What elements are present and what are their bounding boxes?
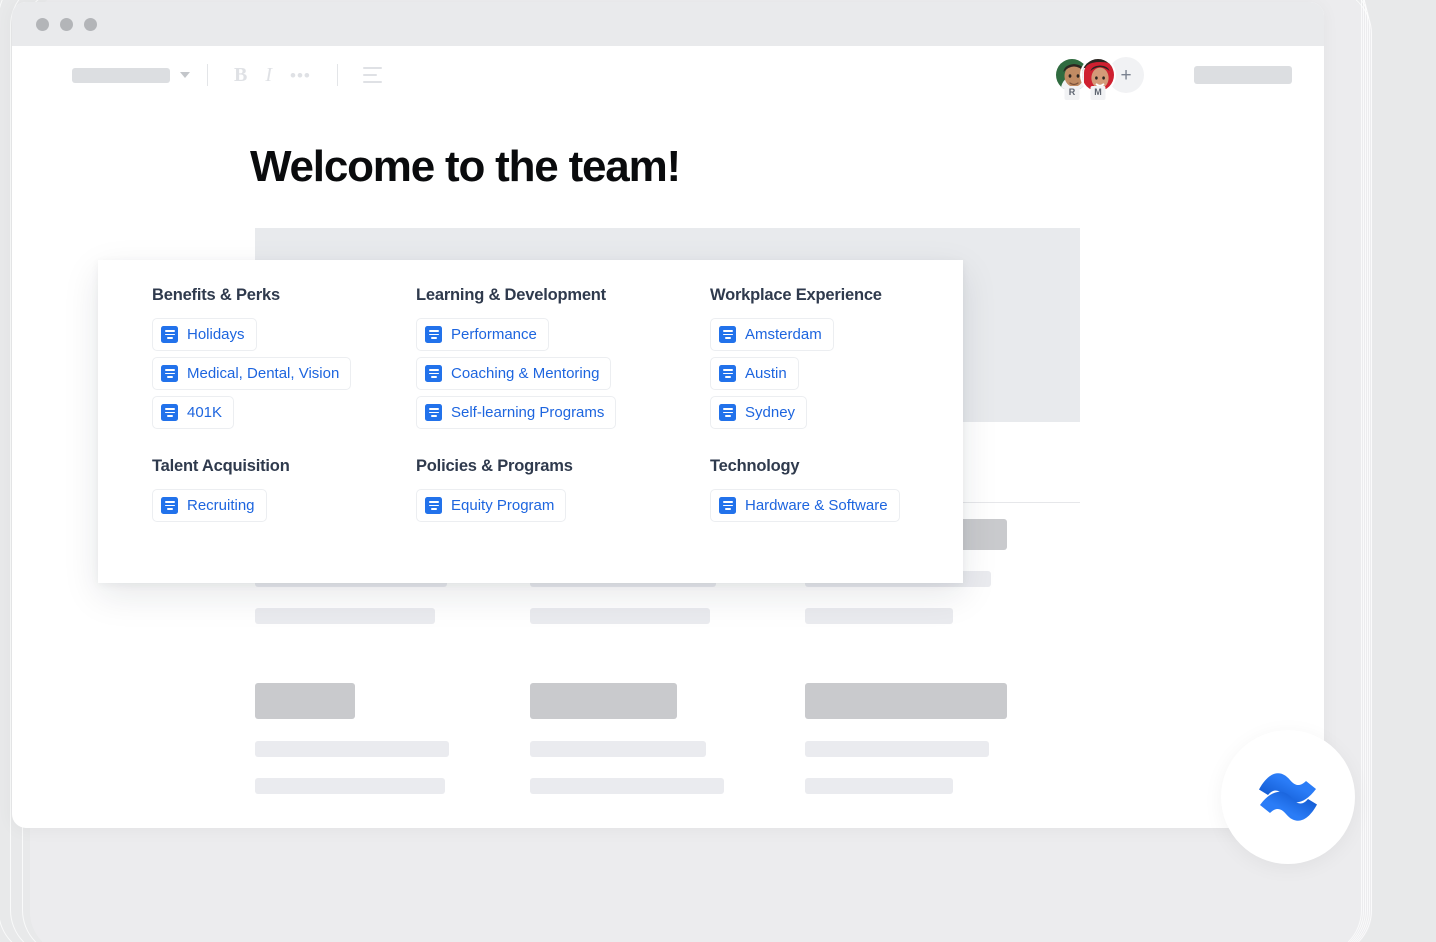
link-chip-label: Equity Program <box>451 497 555 514</box>
skeleton-bar <box>805 741 989 757</box>
page-title: Welcome to the team! <box>250 142 681 191</box>
skeleton-column <box>255 683 530 815</box>
skeleton-bar <box>255 741 449 757</box>
link-chip-recruiting[interactable]: Recruiting <box>152 489 267 522</box>
document-icon <box>425 497 442 514</box>
skeleton-bar <box>530 683 677 719</box>
link-chip-medical-dental-vision[interactable]: Medical, Dental, Vision <box>152 357 352 390</box>
section-title: Technology <box>710 457 800 475</box>
document-icon <box>719 365 736 382</box>
skeleton-bar <box>805 778 953 794</box>
card-section-benefits-perks: Benefits & Perks Holidays Medical, Denta… <box>152 286 416 429</box>
traffic-light-minimize-icon[interactable] <box>60 17 73 31</box>
document-icon <box>719 404 736 421</box>
card-section-talent-acquisition: Talent Acquisition Recruiting <box>152 457 416 522</box>
link-chip-label: Austin <box>745 365 787 382</box>
share-button-placeholder[interactable] <box>1194 66 1292 84</box>
skeleton-column <box>530 683 805 815</box>
card-section-technology: Technology Hardware & Software <box>710 457 963 522</box>
document-icon <box>719 326 736 343</box>
card-section-workplace-experience: Workplace Experience Amsterdam Austin Sy… <box>710 286 963 429</box>
skeleton-row-2 <box>255 683 1080 815</box>
section-links: Holidays Medical, Dental, Vision 401K <box>152 318 416 429</box>
skeleton-bar <box>805 608 953 624</box>
card-section-policies-programs: Policies & Programs Equity Program <box>416 457 710 522</box>
editor-toolbar: B I ••• R M + <box>12 46 1324 104</box>
link-chip-coaching-mentoring[interactable]: Coaching & Mentoring <box>416 357 612 390</box>
link-chip-label: Sydney <box>745 404 796 421</box>
more-formatting-button[interactable]: ••• <box>281 67 320 84</box>
avatar-initial-badge: M <box>1090 86 1106 100</box>
link-chip-equity-program[interactable]: Equity Program <box>416 489 567 522</box>
card-section-learning-development: Learning & Development Performance Coach… <box>416 286 710 429</box>
link-chip-401k[interactable]: 401K <box>152 396 235 429</box>
link-chip-self-learning-programs[interactable]: Self-learning Programs <box>416 396 617 429</box>
skeleton-bar <box>530 778 724 794</box>
section-links: Performance Coaching & Mentoring Self-le… <box>416 318 710 429</box>
bold-button[interactable]: B <box>225 65 256 85</box>
text-style-dropdown[interactable] <box>72 67 190 83</box>
link-chip-label: Holidays <box>187 326 245 343</box>
link-chip-amsterdam[interactable]: Amsterdam <box>710 318 834 351</box>
quick-links-grid: Benefits & Perks Holidays Medical, Denta… <box>98 260 963 522</box>
link-chip-label: Recruiting <box>187 497 255 514</box>
link-chip-label: 401K <box>187 404 223 421</box>
document-icon <box>161 365 178 382</box>
align-left-icon[interactable] <box>355 67 390 83</box>
skeleton-bar <box>530 741 706 757</box>
link-chip-label: Medical, Dental, Vision <box>187 365 340 382</box>
collaborator-group: R M + <box>1054 57 1144 100</box>
link-chip-label: Hardware & Software <box>745 497 888 514</box>
document-icon <box>161 404 178 421</box>
skeleton-bar <box>255 608 435 624</box>
link-chip-hardware-software[interactable]: Hardware & Software <box>710 489 900 522</box>
document-icon <box>425 404 442 421</box>
section-links: Hardware & Software <box>710 489 963 522</box>
document-icon <box>161 326 178 343</box>
section-links: Equity Program <box>416 489 710 522</box>
skeleton-bar <box>805 683 1007 719</box>
chevron-down-icon <box>180 72 190 78</box>
link-chip-label: Performance <box>451 326 537 343</box>
toolbar-divider-1 <box>207 64 208 86</box>
section-title: Policies & Programs <box>416 457 573 475</box>
document-icon <box>425 326 442 343</box>
skeleton-bar <box>255 778 445 794</box>
quick-links-card: Benefits & Perks Holidays Medical, Denta… <box>98 260 963 583</box>
toolbar-divider-2 <box>336 64 338 86</box>
skeleton-bar <box>530 608 710 624</box>
skeleton-column <box>805 683 1080 815</box>
avatar-initial-badge: R <box>1064 86 1080 100</box>
link-chip-austin[interactable]: Austin <box>710 357 799 390</box>
link-chip-holidays[interactable]: Holidays <box>152 318 257 351</box>
avatar[interactable]: M <box>1080 57 1116 100</box>
text-style-placeholder <box>72 67 170 83</box>
section-links: Recruiting <box>152 489 416 522</box>
confluence-logo <box>1259 773 1317 821</box>
section-title: Benefits & Perks <box>152 286 280 304</box>
link-chip-label: Amsterdam <box>745 326 822 343</box>
section-title: Workplace Experience <box>710 286 882 304</box>
section-links: Amsterdam Austin Sydney <box>710 318 963 429</box>
confluence-logo-badge <box>1221 730 1355 864</box>
link-chip-label: Coaching & Mentoring <box>451 365 600 382</box>
traffic-light-close-icon[interactable] <box>36 17 49 31</box>
screenshot-stage: B I ••• R M + Welcome to the team! Benef… <box>0 0 1436 942</box>
section-title: Learning & Development <box>416 286 606 304</box>
link-chip-label: Self-learning Programs <box>451 404 605 421</box>
skeleton-bar <box>255 683 355 719</box>
document-icon <box>161 497 178 514</box>
document-icon <box>425 365 442 382</box>
window-titlebar <box>12 2 1324 46</box>
italic-button[interactable]: I <box>256 65 281 85</box>
link-chip-performance[interactable]: Performance <box>416 318 549 351</box>
document-icon <box>719 497 736 514</box>
link-chip-sydney[interactable]: Sydney <box>710 396 808 429</box>
section-title: Talent Acquisition <box>152 457 290 475</box>
traffic-light-maximize-icon[interactable] <box>84 17 97 31</box>
